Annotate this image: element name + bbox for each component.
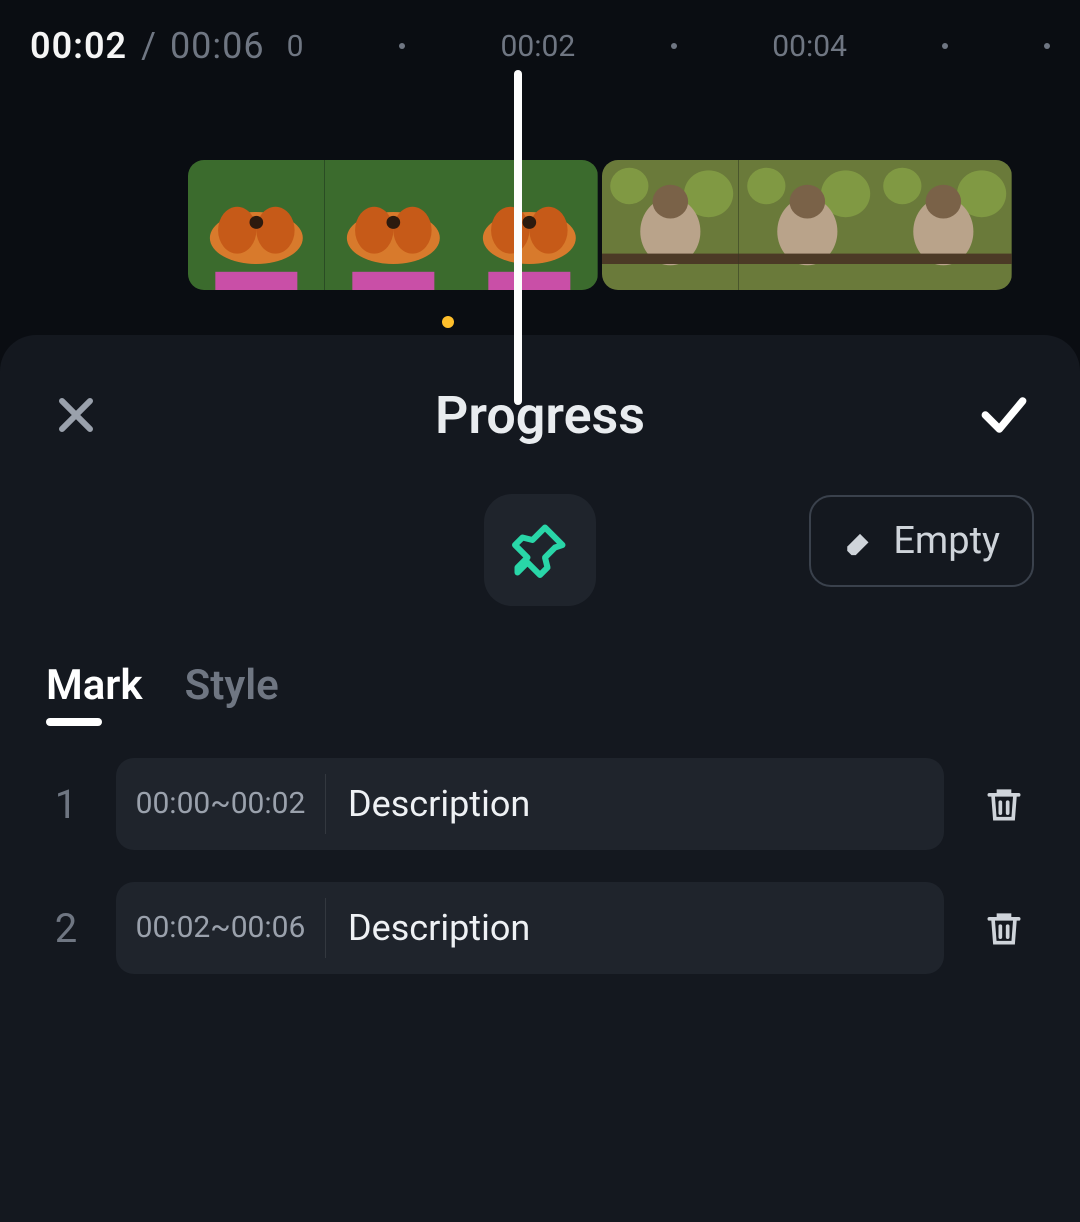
trash-icon (982, 906, 1026, 950)
ruler-tick (399, 43, 405, 49)
tab-bar: Mark Style (46, 661, 1034, 720)
time-separator: / (139, 25, 158, 67)
mark-row: 2 00:02~00:06 Description (46, 882, 1034, 974)
pin-icon (510, 520, 570, 580)
close-button[interactable] (46, 385, 106, 445)
ruler-label-1: 00:02 (501, 29, 576, 64)
eraser-icon (843, 524, 877, 558)
timeline-strip[interactable] (0, 70, 1080, 335)
clip-1-thumb (325, 160, 462, 290)
mark-index: 2 (46, 905, 86, 952)
mark-card[interactable]: 00:00~00:02 Description (116, 758, 944, 850)
delete-mark-button[interactable] (974, 898, 1034, 958)
clip-2-thumb (739, 160, 876, 290)
mark-description[interactable]: Description (326, 783, 530, 825)
mark-description[interactable]: Description (326, 907, 530, 949)
mark-index: 1 (46, 781, 86, 828)
delete-mark-button[interactable] (974, 774, 1034, 834)
time-current: 00:02 (30, 25, 127, 67)
trash-icon (982, 782, 1026, 826)
clip-2-thumb (875, 160, 1012, 290)
clip-1-thumb (188, 160, 325, 290)
ruler-tick (942, 43, 948, 49)
time-ruler: 00:02 / 00:06 0 00:02 00:04 (0, 0, 1080, 70)
clip-1[interactable] (188, 160, 598, 290)
ruler-tick (1044, 43, 1050, 49)
mark-card[interactable]: 00:02~00:06 Description (116, 882, 944, 974)
ruler-scale[interactable]: 0 00:02 00:04 (277, 26, 1050, 66)
time-total: 00:06 (170, 25, 265, 67)
tab-style[interactable]: Style (185, 661, 279, 720)
progress-panel: Progress Empty Mark Style 1 00:00~00:02 … (0, 335, 1080, 1222)
playhead[interactable] (514, 70, 522, 405)
ruler-tick (671, 43, 677, 49)
confirm-button[interactable] (974, 385, 1034, 445)
clip-2-thumb (602, 160, 739, 290)
empty-label: Empty (893, 519, 1000, 563)
clip-1-thumb (461, 160, 598, 290)
empty-button[interactable]: Empty (809, 495, 1034, 587)
tab-mark[interactable]: Mark (46, 661, 143, 720)
clip-2[interactable] (602, 160, 1012, 290)
mark-time-range: 00:00~00:02 (116, 774, 326, 834)
panel-title: Progress (435, 385, 645, 446)
mark-time-range: 00:02~00:06 (116, 898, 326, 958)
close-icon (52, 391, 100, 439)
ruler-label-2: 00:04 (772, 29, 847, 64)
mark-indicator (442, 316, 454, 328)
check-icon (976, 387, 1032, 443)
mark-list: 1 00:00~00:02 Description 2 00:02~00:06 … (46, 758, 1034, 974)
pin-button[interactable] (484, 494, 596, 606)
mark-row: 1 00:00~00:02 Description (46, 758, 1034, 850)
ruler-label-0: 0 (287, 29, 304, 64)
